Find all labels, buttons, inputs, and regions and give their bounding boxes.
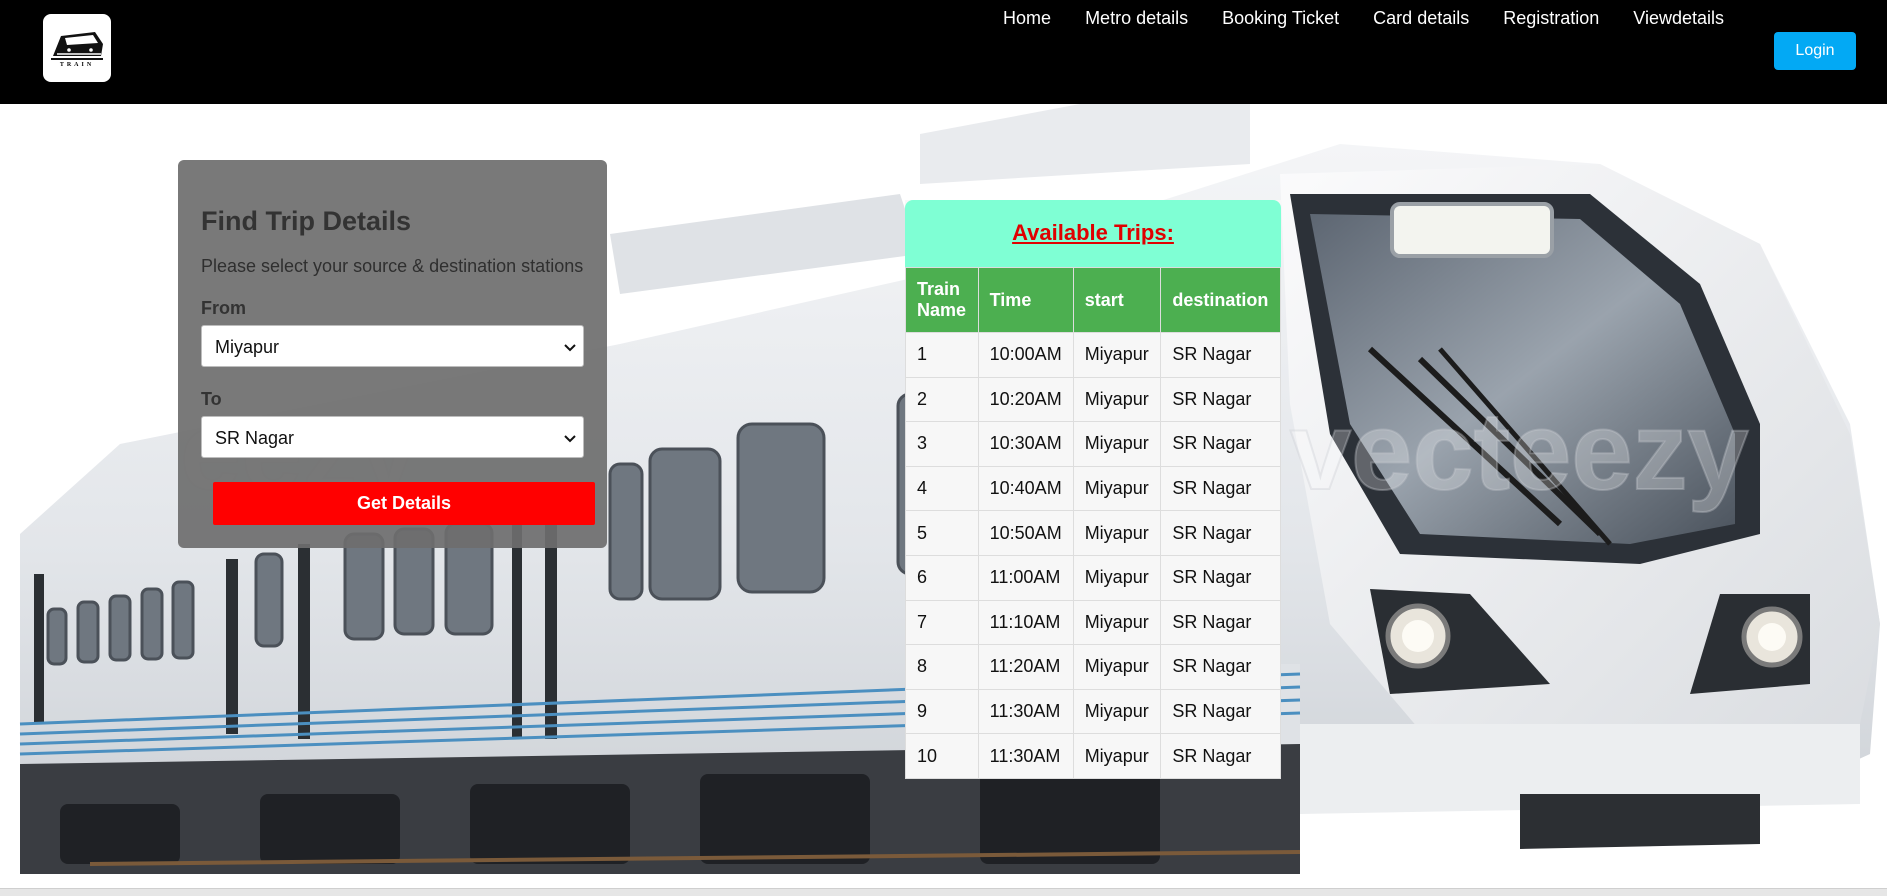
chevron-down-icon <box>564 435 576 443</box>
nav-home[interactable]: Home <box>986 7 1068 29</box>
destination-cell: SR Nagar <box>1160 599 1281 646</box>
column-header-destination: destination <box>1160 267 1281 333</box>
table-row: 10 11:30AM Miyapur SR Nagar <box>905 733 1281 779</box>
chevron-down-icon <box>564 344 576 352</box>
nav-booking-ticket[interactable]: Booking Ticket <box>1205 7 1356 29</box>
login-button[interactable]: Login <box>1774 32 1856 70</box>
time-cell: 11:10AM <box>977 599 1074 646</box>
main-nav: Home Metro details Booking Ticket Card d… <box>986 7 1741 29</box>
table-row: 1 10:00AM Miyapur SR Nagar <box>905 332 1281 378</box>
start-cell: Miyapur <box>1072 465 1162 512</box>
top-navbar: TRAIN Home Metro details Booking Ticket … <box>0 0 1887 104</box>
table-row: 3 10:30AM Miyapur SR Nagar <box>905 421 1281 467</box>
time-cell: 11:30AM <box>977 688 1074 735</box>
table-row: 8 11:20AM Miyapur SR Nagar <box>905 644 1281 690</box>
to-label: To <box>201 389 222 409</box>
train-name-cell: 6 <box>905 554 979 601</box>
time-cell: 10:20AM <box>977 376 1074 423</box>
table-row: 4 10:40AM Miyapur SR Nagar <box>905 465 1281 512</box>
find-trip-form: Find Trip Details Please select your sou… <box>178 160 607 548</box>
table-row: 2 10:20AM Miyapur SR Nagar <box>905 376 1281 423</box>
train-name-cell: 9 <box>905 688 979 735</box>
start-cell: Miyapur <box>1072 376 1162 423</box>
to-select[interactable]: SR Nagar <box>201 416 584 458</box>
start-cell: Miyapur <box>1072 688 1162 735</box>
to-select-value: SR Nagar <box>215 428 295 448</box>
watermark: vecteezy <box>1290 390 1749 513</box>
destination-cell: SR Nagar <box>1160 421 1281 467</box>
nav-viewdetails[interactable]: Viewdetails <box>1616 7 1741 29</box>
train-name-cell: 10 <box>905 733 979 779</box>
table-row: 9 11:30AM Miyapur SR Nagar <box>905 688 1281 735</box>
column-header-time: Time <box>977 267 1074 333</box>
nav-metro-details[interactable]: Metro details <box>1068 7 1205 29</box>
destination-cell: SR Nagar <box>1160 376 1281 423</box>
from-select[interactable]: Miyapur <box>201 325 584 367</box>
logo-wordmark: TRAIN <box>59 62 95 68</box>
trips-title: Available Trips: <box>1012 220 1174 245</box>
train-logo-icon <box>51 32 103 60</box>
trips-title-bar: Available Trips: <box>905 200 1281 267</box>
destination-cell: SR Nagar <box>1160 465 1281 512</box>
page: TRAIN Home Metro details Booking Ticket … <box>0 0 1887 896</box>
time-cell: 10:30AM <box>977 421 1074 467</box>
start-cell: Miyapur <box>1072 332 1162 378</box>
nav-registration[interactable]: Registration <box>1486 7 1616 29</box>
time-cell: 11:20AM <box>977 644 1074 690</box>
train-name-cell: 2 <box>905 376 979 423</box>
train-name-cell: 8 <box>905 644 979 690</box>
table-row: 7 11:10AM Miyapur SR Nagar <box>905 599 1281 646</box>
train-name-cell: 5 <box>905 510 979 556</box>
bottom-edge <box>0 888 1887 896</box>
destination-cell: SR Nagar <box>1160 733 1281 779</box>
table-header-row: Train Name Time start destination <box>905 267 1281 333</box>
destination-cell: SR Nagar <box>1160 644 1281 690</box>
destination-cell: SR Nagar <box>1160 688 1281 735</box>
train-name-cell: 7 <box>905 599 979 646</box>
start-cell: Miyapur <box>1072 510 1162 556</box>
time-cell: 10:50AM <box>977 510 1074 556</box>
table-row: 6 11:00AM Miyapur SR Nagar <box>905 554 1281 601</box>
start-cell: Miyapur <box>1072 733 1162 779</box>
available-trips-panel: Available Trips: Train Name Time start d… <box>905 200 1281 779</box>
destination-cell: SR Nagar <box>1160 554 1281 601</box>
time-cell: 10:40AM <box>977 465 1074 512</box>
form-title: Find Trip Details <box>201 206 412 236</box>
start-cell: Miyapur <box>1072 554 1162 601</box>
time-cell: 11:00AM <box>977 554 1074 601</box>
train-name-cell: 4 <box>905 465 979 512</box>
time-cell: 10:00AM <box>977 332 1074 378</box>
start-cell: Miyapur <box>1072 644 1162 690</box>
column-header-start: start <box>1072 267 1162 333</box>
from-label: From <box>201 298 246 318</box>
table-row: 5 10:50AM Miyapur SR Nagar <box>905 510 1281 556</box>
destination-cell: SR Nagar <box>1160 332 1281 378</box>
time-cell: 11:30AM <box>977 733 1074 779</box>
form-subtitle: Please select your source & destination … <box>201 256 584 276</box>
nav-card-details[interactable]: Card details <box>1356 7 1486 29</box>
train-name-cell: 1 <box>905 332 979 378</box>
get-details-button[interactable]: Get Details <box>213 482 595 525</box>
destination-cell: SR Nagar <box>1160 510 1281 556</box>
from-select-value: Miyapur <box>215 337 280 357</box>
start-cell: Miyapur <box>1072 421 1162 467</box>
trips-table: Train Name Time start destination 1 10:0… <box>905 267 1281 779</box>
column-header-train-name: Train Name <box>905 267 979 333</box>
train-name-cell: 3 <box>905 421 979 467</box>
train-logo[interactable]: TRAIN <box>43 14 111 82</box>
start-cell: Miyapur <box>1072 599 1162 646</box>
